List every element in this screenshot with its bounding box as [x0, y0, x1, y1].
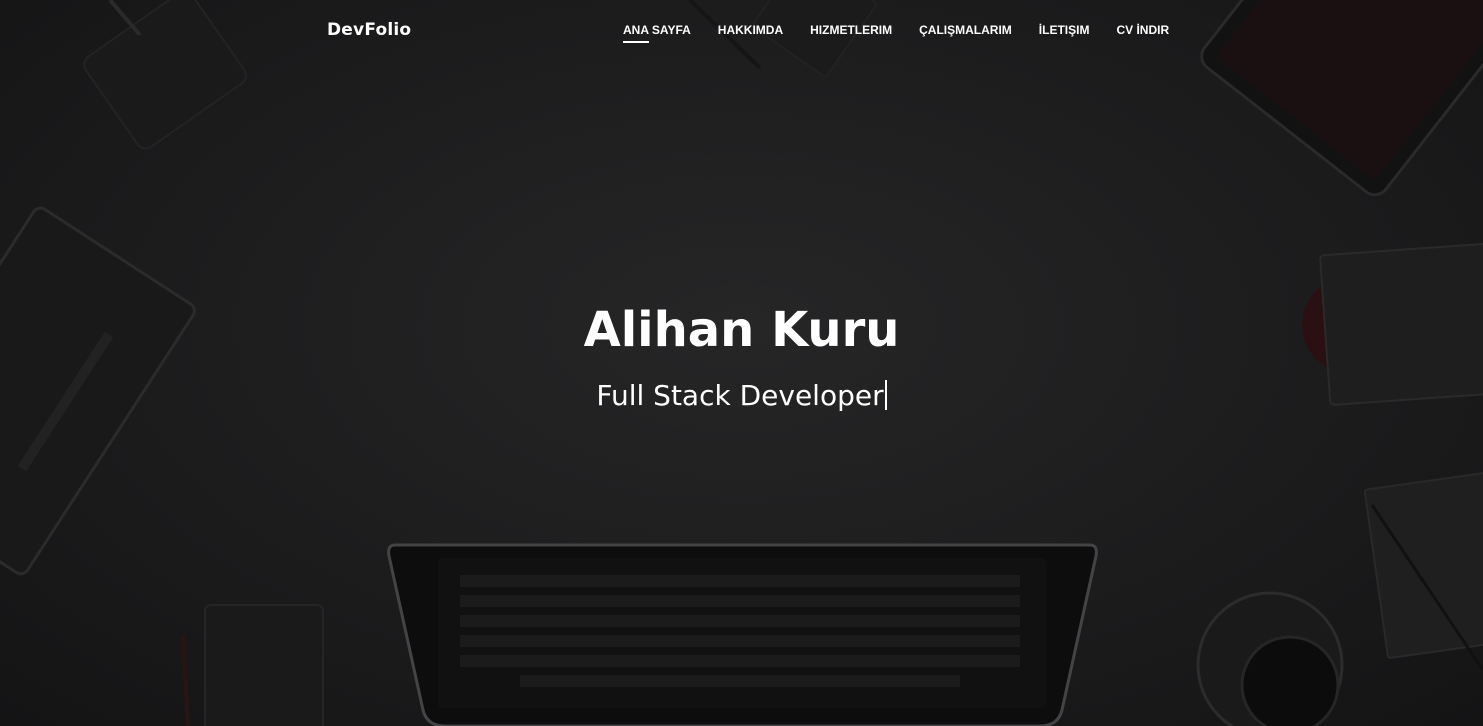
- hero-name-title: Alihan Kuru: [583, 302, 900, 358]
- nav-item-cv: CV İNDIR: [1116, 23, 1169, 43]
- nav-link-calismalarim[interactable]: ÇALIŞMALARIM: [919, 23, 1012, 43]
- typing-cursor: [884, 380, 887, 410]
- hero-intro: Alihan Kuru Full Stack Developer: [0, 300, 1483, 414]
- brand-logo-link[interactable]: DevFolio: [327, 20, 411, 40]
- nav-link-hakkimda[interactable]: HAKKIMDA: [718, 23, 783, 43]
- nav-link-hizmetlerim[interactable]: HIZMETLERIM: [810, 23, 892, 43]
- nav-item-contact: İLETIŞIM: [1039, 23, 1090, 43]
- nav-item-works: ÇALIŞMALARIM: [919, 23, 1012, 43]
- hero-section: DevFolio ANA SAYFA HAKKIMDA HIZMETLERIM …: [0, 0, 1483, 726]
- nav-link-iletisim[interactable]: İLETIŞIM: [1039, 23, 1090, 43]
- nav-link-cv-indir[interactable]: CV İNDIR: [1116, 23, 1169, 43]
- hero-subtitle-line: Full Stack Developer: [0, 360, 1483, 414]
- nav-link-ana-sayfa[interactable]: ANA SAYFA: [623, 23, 691, 43]
- nav-item-services: HIZMETLERIM: [810, 23, 892, 43]
- nav-menu: ANA SAYFA HAKKIMDA HIZMETLERIM ÇALIŞMALA…: [623, 23, 1169, 43]
- hero-subtitle: Full Stack Developer: [596, 378, 887, 414]
- nav-item-about: HAKKIMDA: [718, 23, 783, 43]
- typed-role-text: Full Stack Developer: [596, 379, 884, 412]
- top-navbar: DevFolio ANA SAYFA HAKKIMDA HIZMETLERIM …: [0, 0, 1483, 62]
- nav-item-home: ANA SAYFA: [623, 23, 691, 43]
